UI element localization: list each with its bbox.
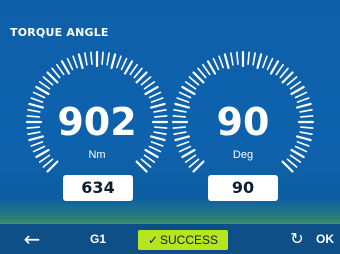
gauge-tick (42, 76, 54, 86)
gauge-tick (144, 85, 159, 96)
gauge-tick (252, 52, 256, 66)
gauge-tick (101, 51, 104, 66)
angle-target-box[interactable]: 90 (208, 175, 278, 201)
gauge-tick (206, 60, 217, 75)
gauge-tick (143, 81, 156, 90)
gauge-tick (269, 60, 280, 75)
angle-unit: Deg (232, 149, 254, 161)
gauge-tick (90, 51, 93, 66)
gauge-tick (35, 85, 50, 96)
arrow-left-icon[interactable]: ← (18, 229, 46, 249)
torque-angle-screen: TORQUE ANGLE 902 Nm 634 90 Deg 90 ← G1 ✓… (0, 0, 340, 254)
gauge-tick (230, 52, 234, 66)
gauge-tick (296, 141, 310, 147)
gauge-tick (30, 141, 44, 147)
gauge-tick (247, 51, 250, 66)
ok-button[interactable]: OK (313, 229, 337, 249)
gauge-tick (262, 55, 268, 69)
gauge-tick (236, 51, 239, 66)
gauge-tick (51, 67, 61, 79)
status-text: SUCCESS (160, 233, 219, 247)
gauge-tick (110, 53, 117, 70)
gauge-tick (133, 67, 143, 79)
gauge-tick (60, 60, 71, 75)
gauge-tick (77, 53, 84, 70)
gauge-tick (176, 141, 190, 147)
angle-value: 90 (216, 100, 270, 144)
gauge-tick (32, 91, 46, 99)
gauge-tick (266, 57, 274, 71)
gauge-tick (123, 60, 134, 75)
gauge-tick (212, 57, 220, 71)
gauge-tick (202, 63, 211, 76)
gauge-tick (116, 55, 122, 69)
torque-unit: Nm (88, 149, 106, 161)
check-icon: ✓ (147, 233, 159, 247)
gauge-tick (286, 76, 298, 86)
gauge-tick (56, 63, 65, 76)
gauge-tick (279, 67, 289, 79)
gauge-tick (120, 57, 128, 71)
gauge-tick (218, 55, 224, 69)
gauge-tick (84, 52, 88, 66)
gauge-tick (106, 52, 110, 66)
gauge-tick (38, 81, 51, 90)
gauge-tick (223, 53, 230, 70)
torque-value: 902 (57, 100, 137, 144)
torque-target-box[interactable]: 634 (63, 175, 133, 201)
gauge-tick (129, 63, 138, 76)
gauge-tick (275, 63, 284, 76)
gauge-tick (181, 85, 196, 96)
gauge-tick (256, 53, 263, 70)
gauge-tick (289, 81, 302, 90)
gauge-tick (188, 76, 200, 86)
group-label[interactable]: G1 (90, 230, 110, 248)
gauge-tick (197, 67, 207, 79)
gauge-tick (140, 76, 152, 86)
gauge-tick (66, 57, 74, 71)
gauge-tick (150, 141, 164, 147)
gauge-tick (148, 91, 162, 99)
gauge-tick (178, 91, 192, 99)
gauge-tick (184, 81, 197, 90)
status-badge: ✓ SUCCESS (138, 230, 228, 250)
gauge-tick (72, 55, 78, 69)
gauge-tick (294, 91, 308, 99)
redo-icon[interactable]: ↻ (288, 229, 306, 249)
gauge-tick (290, 85, 305, 96)
